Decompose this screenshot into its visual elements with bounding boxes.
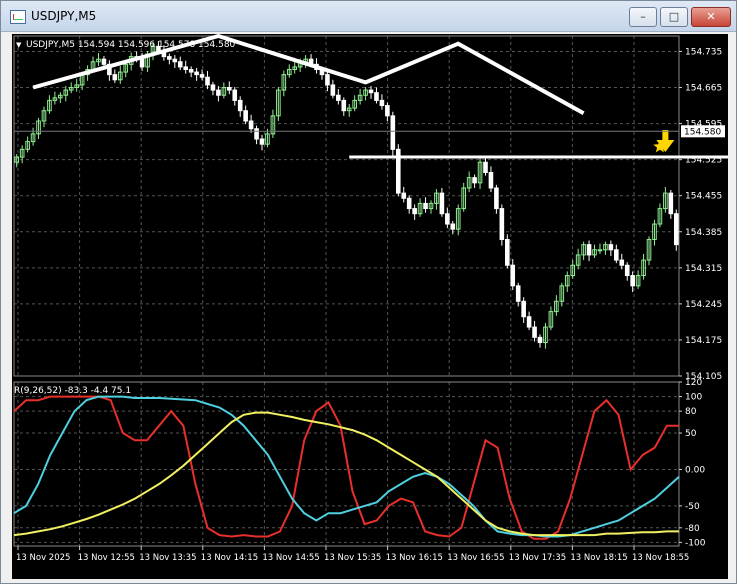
y-tick-label: 154.455 — [685, 192, 722, 202]
candle-body — [472, 177, 477, 184]
y-tick-label: 154.735 — [685, 47, 722, 57]
osc-y-tick-label: 120 — [685, 378, 702, 388]
x-tick-label: 13 Nov 12:55 — [78, 553, 135, 563]
x-tick-label: 13 Nov 14:55 — [262, 553, 319, 563]
candle-body — [243, 110, 248, 122]
chart-app-icon — [10, 10, 26, 24]
candle-body — [450, 223, 456, 230]
candle-body — [368, 89, 374, 94]
x-tick-label: 13 Nov 2025 — [16, 553, 70, 563]
chart-window: USDJPY,M5 – □ ✕ ▼ USDJPY,M5 154.594 154.5… — [0, 0, 737, 584]
chart-area[interactable]: ▼ USDJPY,M5 154.594 154.596 154.578 154.5… — [12, 33, 737, 579]
x-tick-label: 13 Nov 15:35 — [324, 553, 381, 563]
candle-body — [406, 197, 412, 210]
candle-body — [494, 187, 499, 210]
y-tick-label: 154.245 — [685, 300, 722, 310]
candle-body — [537, 336, 543, 344]
candle-body — [423, 202, 428, 210]
candle-body — [112, 74, 118, 81]
main-header: USDJPY,M5 154.594 154.596 154.578 154.58… — [26, 40, 236, 50]
y-tick-label: 154.385 — [685, 228, 722, 238]
candle-body — [336, 94, 341, 101]
x-tick-label: 13 Nov 14:15 — [201, 553, 258, 563]
x-tick-label: 13 Nov 17:35 — [509, 553, 566, 563]
candle-body — [167, 56, 172, 60]
candle-body — [188, 68, 194, 73]
osc-y-tick-label: 100 — [685, 393, 702, 403]
candle-body — [608, 244, 614, 251]
candle-body — [232, 89, 238, 101]
osc-y-tick-label: -50 — [685, 502, 700, 512]
candle-body — [237, 99, 243, 112]
candle-body — [515, 285, 521, 302]
candle-body — [101, 58, 107, 65]
candle-body — [216, 89, 221, 96]
candle-body — [624, 264, 630, 277]
candle-body — [521, 300, 526, 318]
x-tick-label: 13 Nov 16:15 — [386, 553, 443, 563]
candle-body — [205, 76, 210, 86]
y-tick-label: 154.525 — [685, 156, 722, 166]
x-tick-label: 13 Nov 16:55 — [447, 553, 504, 563]
close-button[interactable]: ✕ — [691, 7, 731, 27]
candle-body — [401, 192, 407, 199]
candle-body — [390, 115, 396, 150]
y-tick-label: 154.665 — [685, 84, 722, 94]
candle-body — [374, 92, 379, 101]
candle-body — [199, 74, 205, 78]
osc-y-tick-label: 50 — [685, 429, 697, 439]
candle-body — [445, 213, 450, 225]
candle-body — [139, 58, 145, 68]
minimize-button[interactable]: – — [629, 7, 657, 27]
candle-body — [586, 244, 592, 256]
candle-body — [488, 172, 494, 189]
maximize-button[interactable]: □ — [660, 7, 688, 27]
osc-y-tick-label: -80 — [685, 524, 700, 534]
candle-body — [379, 99, 385, 107]
candle-body — [510, 264, 516, 287]
osc-y-tick-label: -100 — [685, 538, 706, 548]
candle-body — [630, 275, 635, 287]
candle-body — [248, 120, 254, 130]
x-tick-label: 13 Nov 18:55 — [632, 553, 689, 563]
candle-body — [673, 213, 679, 246]
candle-body — [183, 66, 189, 70]
candle-body — [385, 105, 390, 117]
candle-body — [325, 74, 330, 86]
candle-body — [194, 71, 199, 76]
collapse-icon: ▼ — [16, 41, 22, 49]
candle-body — [526, 316, 532, 328]
candle-body — [597, 249, 603, 252]
title-bar[interactable]: USDJPY,M5 – □ ✕ — [1, 1, 736, 32]
y-tick-label: 154.175 — [685, 336, 722, 346]
osc-y-tick-label: 80 — [685, 407, 697, 417]
candle-body — [259, 138, 265, 145]
candle-body — [412, 208, 417, 215]
candle-body — [210, 84, 216, 91]
y-tick-label: 154.315 — [685, 264, 722, 274]
candle-body — [254, 128, 259, 140]
candle-body — [172, 58, 178, 63]
chart-svg[interactable]: ▼ USDJPY,M5 154.594 154.596 154.578 154.5… — [12, 33, 737, 579]
candle-body — [227, 87, 232, 91]
candle-body — [504, 238, 510, 266]
candle-body — [499, 208, 505, 240]
window-title: USDJPY,M5 — [31, 9, 97, 23]
candle-body — [330, 84, 336, 96]
candle-body — [341, 99, 347, 112]
candle-body — [668, 192, 674, 215]
current-price-label: 154.580 — [684, 127, 721, 137]
candle-body — [532, 326, 537, 338]
candle-body — [619, 259, 625, 266]
candle-body — [483, 161, 488, 174]
x-tick-label: 13 Nov 18:15 — [570, 553, 627, 563]
osc-header: R(9,26,52) -83.3 -4.4 75.1 — [14, 386, 131, 396]
candle-body — [439, 192, 445, 215]
x-tick-label: 13 Nov 13:35 — [139, 553, 196, 563]
osc-y-tick-label: 0.00 — [685, 465, 705, 475]
candle-body — [614, 249, 619, 261]
candle-body — [177, 61, 183, 68]
